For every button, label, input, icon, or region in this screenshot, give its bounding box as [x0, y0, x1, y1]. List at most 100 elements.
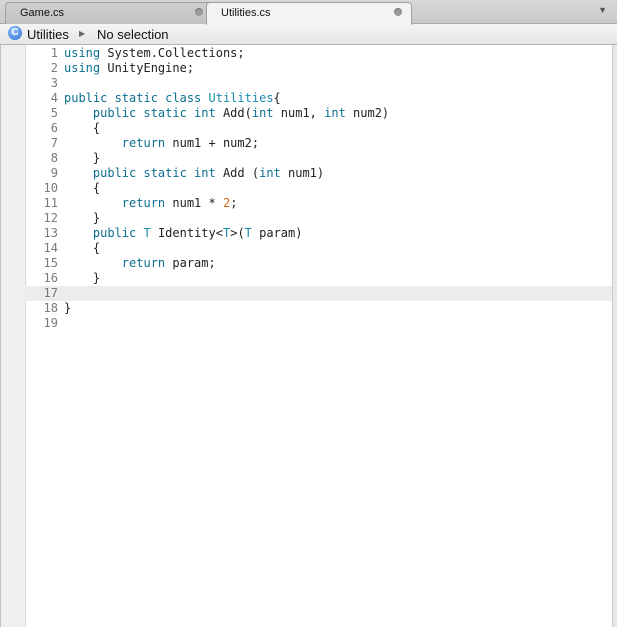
code-token: num1 *: [165, 196, 223, 210]
code-text[interactable]: return num1 * 2;: [64, 196, 238, 211]
code-text[interactable]: }: [64, 271, 100, 286]
code-line[interactable]: 5 public static int Add(int num1, int nu…: [25, 106, 612, 121]
code-text[interactable]: public static class Utilities{: [64, 91, 281, 106]
code-token: num1): [280, 166, 325, 180]
code-token: Identity<: [150, 226, 223, 240]
line-number: 2: [50, 61, 58, 75]
code-text[interactable]: }: [64, 151, 100, 166]
line-number: 10: [43, 181, 58, 195]
line-number: 4: [50, 91, 58, 105]
code-token: public static int: [92, 106, 216, 120]
tab-list-dropdown-icon[interactable]: ▼: [598, 5, 607, 15]
code-token: }: [64, 271, 101, 285]
breadcrumb: C Utilities ▶ No selection: [0, 24, 617, 45]
code-line[interactable]: 6 {: [25, 121, 612, 136]
code-token: Add(: [215, 106, 252, 120]
code-token: int: [251, 106, 274, 120]
code-token: using: [64, 61, 101, 75]
code-line[interactable]: 7 return num1 + num2;: [25, 136, 612, 151]
line-number: 15: [43, 256, 58, 270]
code-token: }: [64, 151, 101, 165]
line-number: 14: [43, 241, 58, 255]
code-text[interactable]: return param;: [64, 256, 216, 271]
code-token: num2): [345, 106, 390, 120]
code-lines[interactable]: 1 using System.Collections; 2 using UnityEn…: [25, 46, 612, 331]
code-line[interactable]: 15 return param;: [25, 256, 612, 271]
code-line[interactable]: 18}: [25, 301, 612, 316]
tab-utilities-cs[interactable]: Utilities.cs: [206, 2, 412, 25]
breadcrumb-member[interactable]: No selection: [97, 27, 169, 42]
code-text[interactable]: using UnityEngine;: [64, 61, 194, 76]
code-token: using: [64, 46, 101, 60]
code-line[interactable]: 13 public T Identity<T>(T param): [25, 226, 612, 241]
code-line[interactable]: 4 public static class Utilities{: [25, 91, 612, 106]
code-editor[interactable]: 1 using System.Collections; 2 using UnityEn…: [0, 45, 617, 627]
code-text[interactable]: public static int Add(int num1, int num2…: [64, 106, 389, 121]
code-token: int: [259, 166, 281, 180]
code-text[interactable]: }: [64, 211, 100, 226]
line-number: 13: [43, 226, 58, 240]
code-line[interactable]: 11 return num1 * 2;: [25, 196, 612, 211]
code-text[interactable]: return num1 + num2;: [64, 136, 259, 151]
code-token: num1 + num2;: [165, 136, 260, 150]
code-token: System.Collections;: [100, 46, 245, 60]
code-token: Add (: [215, 166, 260, 180]
code-token: int: [324, 106, 346, 120]
gutter[interactable]: [1, 45, 26, 627]
code-line[interactable]: 8 }: [25, 151, 612, 166]
breadcrumb-separator-icon: ▶: [79, 29, 86, 38]
code-text[interactable]: using System.Collections;: [64, 46, 245, 61]
code-text[interactable]: {: [64, 181, 100, 196]
code-token: >(: [230, 226, 245, 240]
code-line[interactable]: 2 using UnityEngine;: [25, 61, 612, 76]
tab-game-cs[interactable]: Game.cs: [5, 2, 213, 24]
code-token: {: [64, 181, 101, 195]
breadcrumb-class[interactable]: Utilities: [27, 27, 69, 42]
line-number: 5: [50, 106, 58, 120]
code-token: T: [244, 226, 252, 240]
code-token: {: [273, 91, 281, 105]
tab-bar: Game.cs Utilities.cs ▼: [0, 0, 617, 25]
line-number: 9: [50, 166, 58, 180]
code-line[interactable]: 16 }: [25, 271, 612, 286]
code-line[interactable]: 12 }: [25, 211, 612, 226]
close-tab-icon[interactable]: [394, 8, 402, 16]
code-token: public static int: [92, 166, 216, 180]
line-number: 3: [50, 76, 58, 90]
tab-label: Game.cs: [20, 7, 65, 19]
code-text[interactable]: public static int Add (int num1): [64, 166, 324, 181]
code-line[interactable]: 9 public static int Add (int num1): [25, 166, 612, 181]
code-token: {: [64, 241, 101, 255]
code-text[interactable]: {: [64, 121, 100, 136]
line-number: 18: [43, 301, 58, 315]
code-text[interactable]: public T Identity<T>(T param): [64, 226, 303, 241]
code-line[interactable]: 10 {: [25, 181, 612, 196]
line-number: 7: [50, 136, 58, 150]
code-line[interactable]: 19: [25, 316, 612, 331]
code-line[interactable]: 17: [25, 286, 612, 301]
class-icon: C: [8, 26, 22, 40]
code-token: public static class: [64, 91, 202, 105]
line-number: 1: [50, 46, 58, 60]
code-line[interactable]: 1 using System.Collections;: [25, 46, 612, 61]
scrollbar[interactable]: [612, 45, 617, 627]
code-line[interactable]: 3: [25, 76, 612, 91]
code-text[interactable]: {: [64, 241, 100, 256]
code-text[interactable]: }: [64, 301, 71, 316]
line-number: 19: [43, 316, 58, 330]
code-token: param;: [165, 256, 216, 270]
code-token: param): [251, 226, 303, 240]
line-number: 11: [43, 196, 58, 210]
tab-label: Utilities.cs: [221, 7, 271, 19]
code-line[interactable]: 14 {: [25, 241, 612, 256]
line-number: 16: [43, 271, 58, 285]
code-token: public: [92, 226, 137, 240]
code-token: ;: [230, 196, 238, 210]
close-tab-icon[interactable]: [195, 8, 203, 16]
